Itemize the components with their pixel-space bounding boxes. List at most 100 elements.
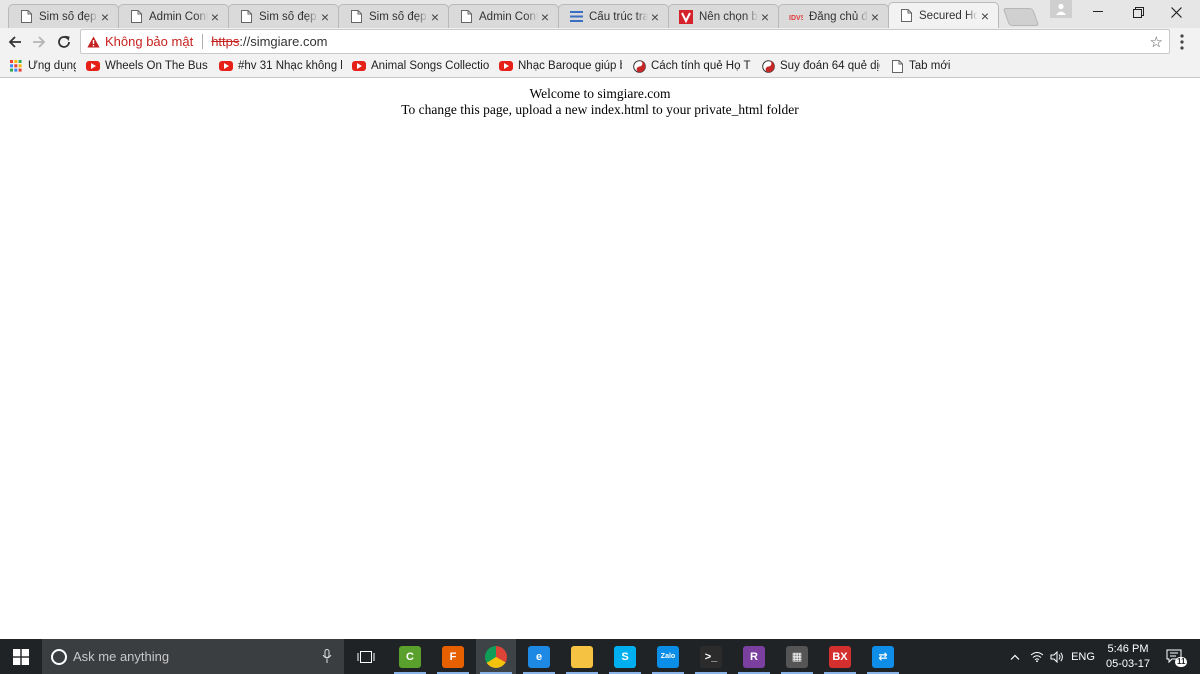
page-icon (129, 10, 143, 24)
bookmark-item[interactable]: Suy đoán 64 quẻ dịch (761, 59, 880, 73)
bookmark-label: Wheels On The Bus | (105, 60, 209, 72)
tab-close-icon[interactable]: × (758, 10, 772, 24)
bookmark-label: Nhạc Baroque giúp bé (518, 60, 622, 72)
zalo-app[interactable]: Zalo (648, 639, 688, 674)
menu-dots-icon[interactable] (1180, 34, 1184, 50)
calculator-app[interactable]: ▦ (777, 639, 817, 674)
edge-app[interactable]: e (519, 639, 559, 674)
task-view-button[interactable] (346, 639, 386, 674)
browser-tab[interactable]: Admin Control Panel× (118, 4, 229, 28)
reload-icon (58, 35, 70, 48)
browser-tab[interactable]: Sim số đẹp, sim giá rẻ× (8, 4, 119, 28)
bookmark-item[interactable]: Animal Songs Collection (352, 59, 489, 73)
bookmark-item[interactable]: Tab mới (890, 59, 950, 73)
page-content: Welcome to simgiare.com To change this p… (0, 79, 1200, 639)
browser-tab[interactable]: Cấu trúc trang× (558, 4, 669, 28)
tab-title: Secured Home (919, 9, 978, 22)
tab-close-icon[interactable]: × (538, 10, 552, 24)
bookmark-label: #hv 31 Nhạc không lời (238, 60, 342, 72)
bookmark-item[interactable]: Wheels On The Bus | (86, 59, 209, 73)
bookmark-item[interactable]: Cách tính quẻ Họ Tên (632, 59, 751, 73)
tab-close-icon[interactable]: × (868, 10, 882, 24)
tab-close-icon[interactable]: × (648, 10, 662, 24)
idvs-logo-icon: IDVS (789, 10, 803, 24)
bookmark-item[interactable]: #hv 31 Nhạc không lời (219, 59, 342, 73)
youtube-icon (86, 59, 100, 73)
teamviewer-app[interactable]: ⇄ (863, 639, 903, 674)
welcome-line: Welcome to simgiare.com (529, 86, 671, 101)
tab-title: Admin Control Panel (479, 10, 538, 23)
profile-icon[interactable] (1050, 0, 1072, 18)
notification-count-badge: 11 (1175, 657, 1188, 667)
list-icon (569, 10, 583, 24)
chrome-icon (485, 645, 507, 668)
language-indicator[interactable]: ENG (1068, 639, 1098, 674)
page-icon (890, 59, 904, 73)
zalo-icon: Zalo (657, 645, 679, 668)
firefox-app[interactable]: F (433, 639, 473, 674)
system-clock[interactable]: 5:46 PM 05-03-17 (1100, 642, 1156, 672)
bookmark-item[interactable]: Ứng dụng (9, 59, 76, 73)
wifi-icon[interactable] (1028, 639, 1046, 674)
search-placeholder: Ask me anything (73, 649, 170, 664)
close-window-button[interactable] (1158, 2, 1194, 22)
clock-time: 5:46 PM (1107, 643, 1149, 655)
bookmark-item[interactable]: Nhạc Baroque giúp bé (499, 59, 622, 73)
microphone-icon[interactable] (322, 649, 332, 664)
clock-date: 05-03-17 (1105, 658, 1151, 670)
browser-tab[interactable]: IDVS Đăng chủ đề× (778, 4, 889, 28)
back-button[interactable] (4, 31, 26, 53)
teamviewer-icon: ⇄ (872, 645, 894, 668)
tab-close-icon[interactable]: × (208, 10, 222, 24)
instruction-line: To change this page, upload a new index.… (401, 102, 799, 117)
new-tab-button[interactable] (1002, 8, 1040, 26)
restore-button[interactable] (1120, 2, 1156, 22)
winrar-icon: R (743, 645, 765, 668)
browser-tab[interactable]: Sim số đẹp, sim giá rẻ× (228, 4, 339, 28)
bx-icon: BX (829, 645, 851, 668)
bx-app[interactable]: BX (820, 639, 860, 674)
tab-close-icon[interactable]: × (978, 9, 992, 23)
security-status-label[interactable]: Không bảo mật (105, 34, 193, 49)
coccoc-app[interactable]: C (390, 639, 430, 674)
youtube-icon (499, 59, 513, 73)
tab-title: Cấu trúc trang (589, 10, 648, 23)
volume-icon[interactable] (1048, 639, 1066, 674)
action-center-button[interactable]: 11 (1160, 639, 1190, 674)
tab-close-icon[interactable]: × (318, 10, 332, 24)
tab-close-icon[interactable]: × (428, 10, 442, 24)
v-logo-icon (679, 9, 693, 24)
winrar-app[interactable]: R (734, 639, 774, 674)
tab-title: Sim số đẹp, sim giá rẻ (39, 10, 98, 23)
bookmark-star-icon[interactable]: ☆ (1150, 33, 1163, 51)
file-explorer-icon (571, 645, 593, 668)
url-text[interactable]: https://simgiare.com (211, 34, 327, 49)
url-scheme: https (211, 34, 240, 49)
tab-title: Đăng chủ đề (809, 10, 868, 23)
tab-close-icon[interactable]: × (98, 10, 112, 24)
browser-tab[interactable]: Sim số đẹp, sim giá rẻ× (338, 4, 449, 28)
warning-icon (87, 36, 100, 47)
windows-taskbar: Ask me anything C Fe S Zalo >_ R ▦ BX ⇄ ENG 5:46… (0, 639, 1200, 674)
show-hidden-icons-button[interactable] (1006, 639, 1024, 674)
address-bar[interactable]: Không bảo mật https://simgiare.com ☆ (80, 29, 1170, 54)
terminal-app[interactable]: >_ (691, 639, 731, 674)
chrome-app[interactable] (476, 639, 516, 674)
cortana-search-box[interactable]: Ask me anything (42, 639, 344, 674)
bookmark-label: Animal Songs Collection (371, 60, 489, 72)
skype-app[interactable]: S (605, 639, 645, 674)
file-explorer-app[interactable] (562, 639, 602, 674)
browser-tab[interactable]: Secured Home× (888, 2, 999, 28)
reload-button[interactable] (53, 31, 75, 53)
windows-logo-icon (13, 648, 29, 665)
welcome-message: Welcome to simgiare.com To change this p… (0, 86, 1200, 118)
skype-icon: S (614, 645, 636, 668)
browser-tab[interactable]: Nên chọn bảng× (668, 4, 779, 28)
minimize-button[interactable] (1080, 2, 1116, 22)
browser-tab[interactable]: Admin Control Panel× (448, 4, 559, 28)
page-icon (239, 10, 253, 24)
yinyang-icon (761, 59, 775, 73)
forward-button[interactable] (28, 31, 50, 53)
arrow-right-icon (33, 36, 46, 48)
start-button[interactable] (0, 639, 42, 674)
